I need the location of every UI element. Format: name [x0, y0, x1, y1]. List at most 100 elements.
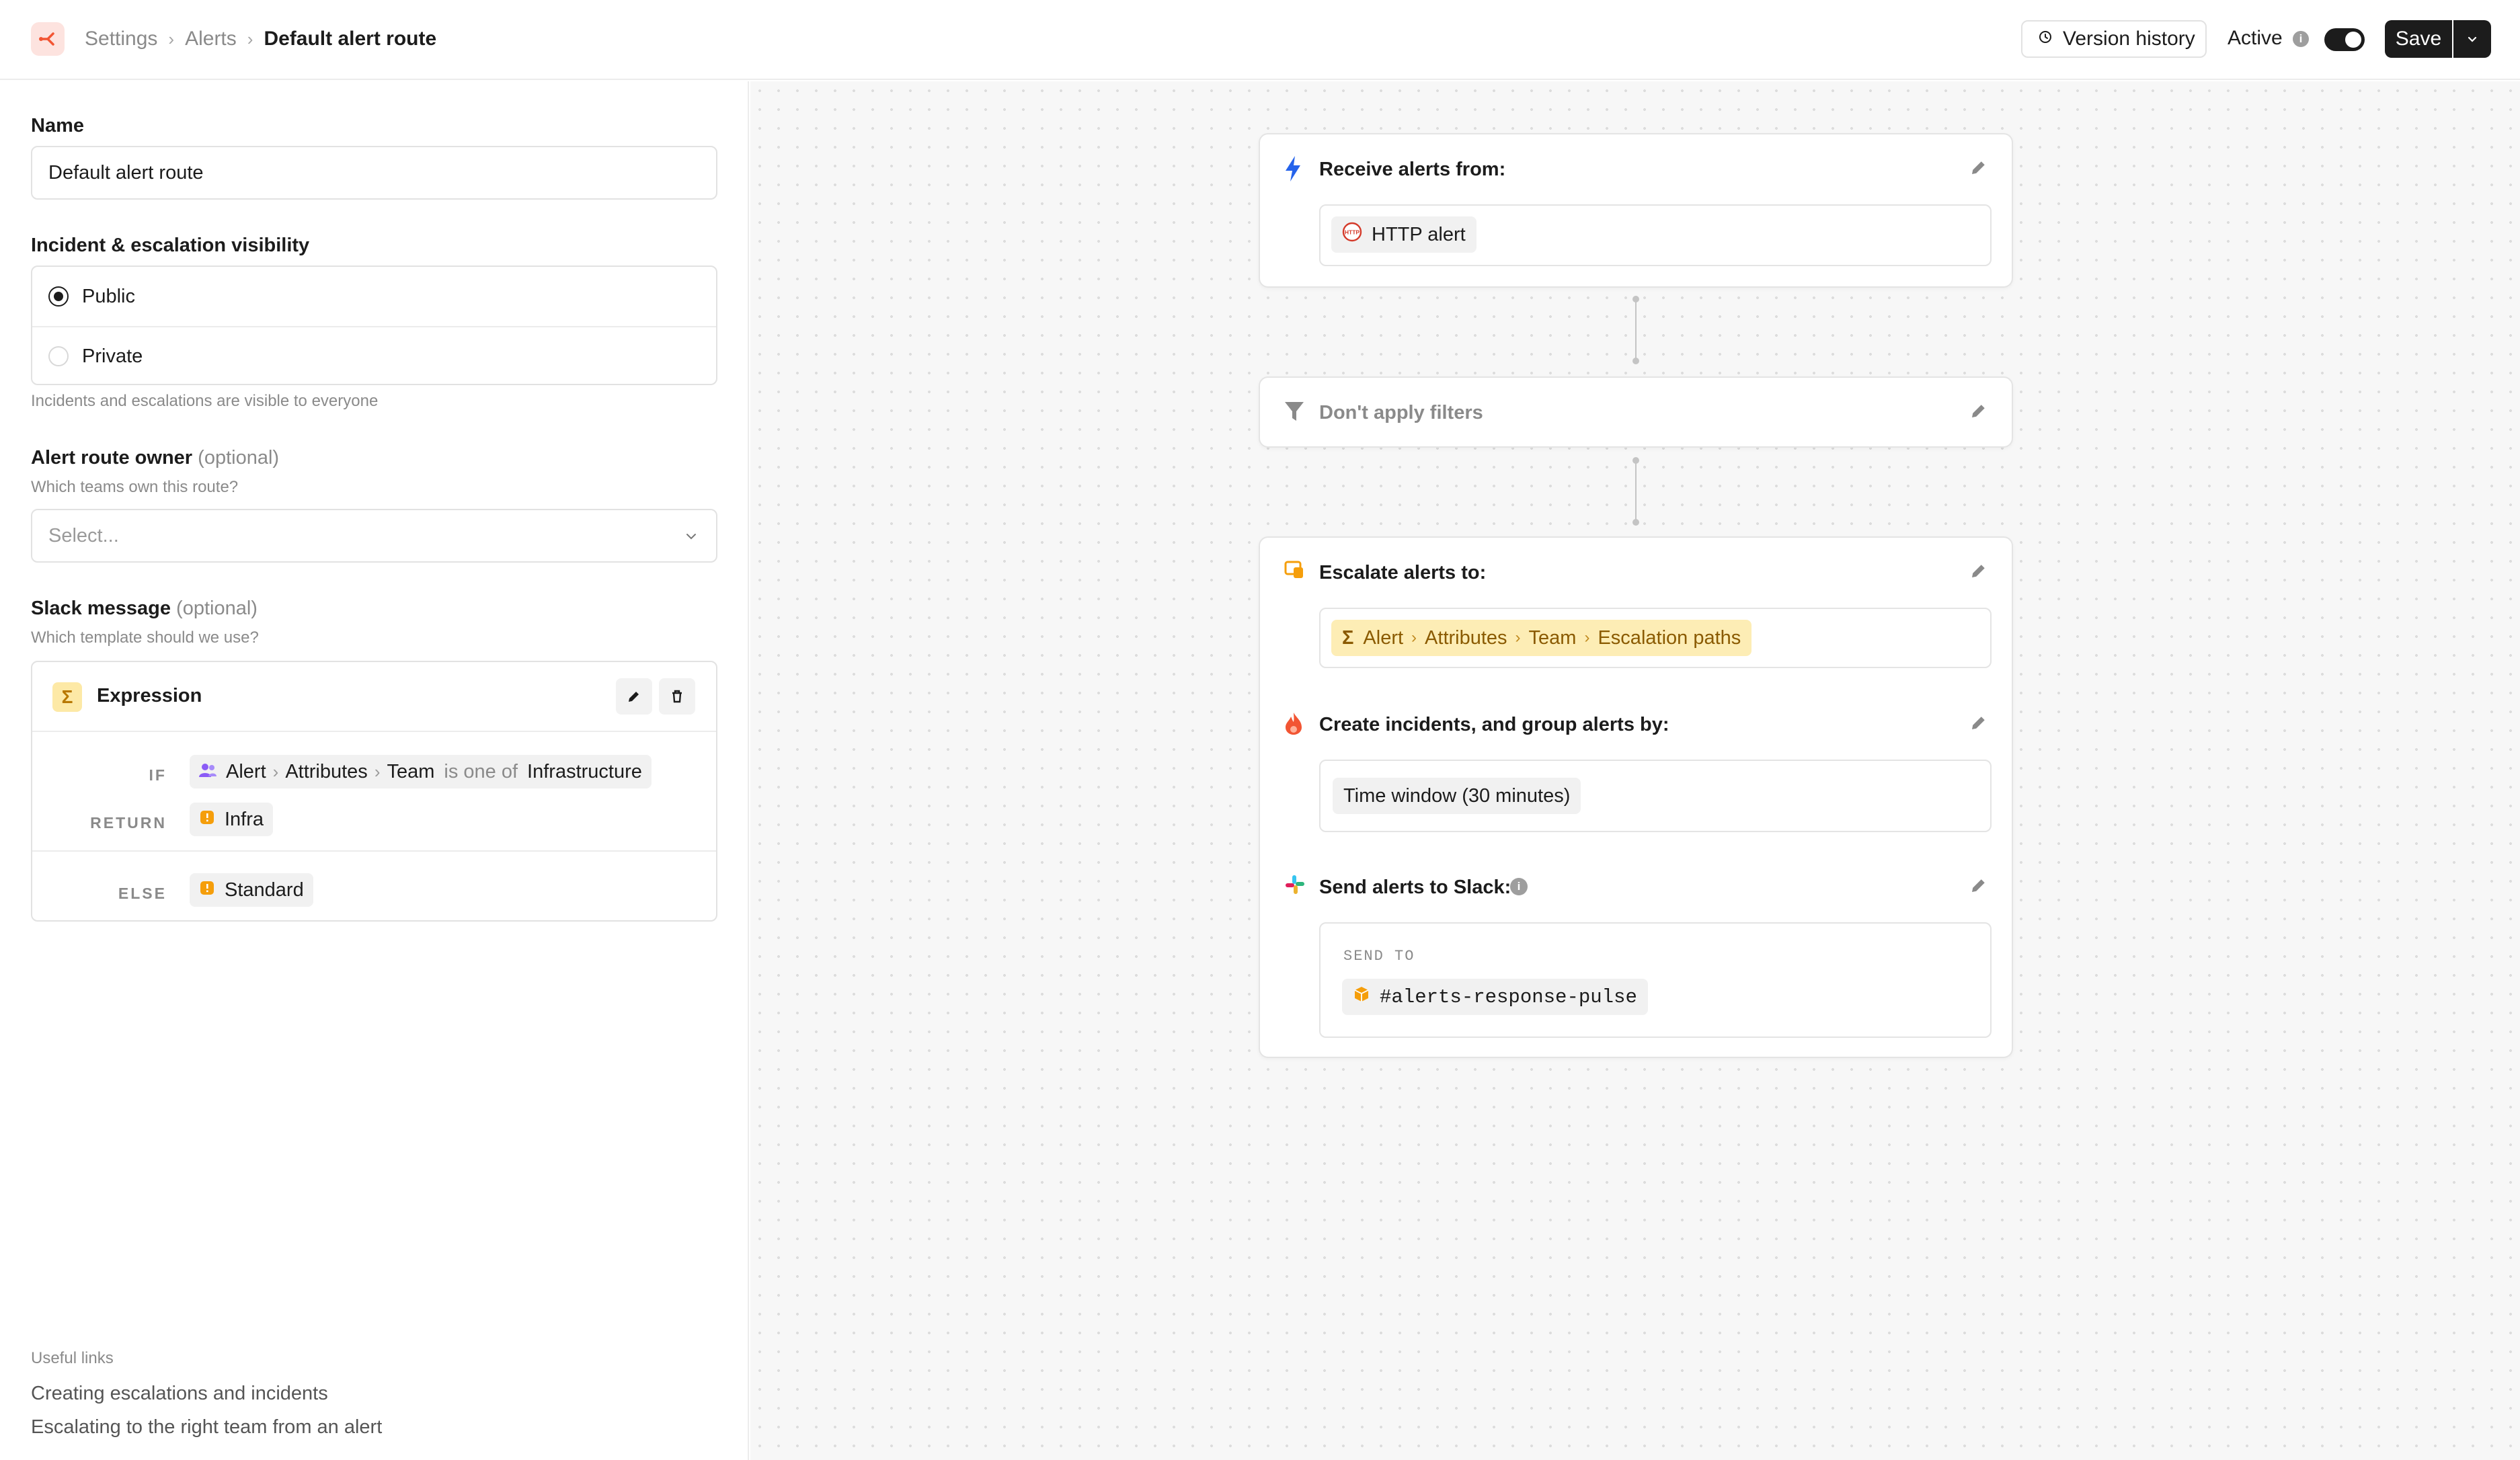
trash-icon: [672, 690, 682, 703]
slack-channel-chip[interactable]: #alerts-response-pulse: [1342, 979, 1648, 1015]
if-keyword: IF: [149, 766, 167, 784]
owner-select[interactable]: Select...: [31, 509, 717, 563]
send-to-label: SEND TO: [1343, 948, 1415, 965]
name-input-value: Default alert route: [48, 161, 204, 184]
chevron-right-icon: ›: [1411, 628, 1417, 647]
incidents-title: Create incidents, and group alerts by:: [1319, 714, 1669, 735]
visibility-option-public[interactable]: Public: [32, 267, 716, 326]
escalate-path-escalation-paths: Escalation paths: [1598, 626, 1741, 649]
active-toggle[interactable]: [2324, 28, 2365, 51]
pencil-icon[interactable]: [1969, 401, 1989, 424]
time-window-chip[interactable]: Time window (30 minutes): [1333, 778, 1581, 814]
condition-value: Infrastructure: [527, 760, 642, 782]
optional-tag: (optional): [198, 447, 280, 469]
escalate-path-alert: Alert: [1363, 626, 1404, 649]
flow-connector: [1632, 296, 1639, 364]
receive-alerts-card[interactable]: Receive alerts from: HTTP HTTP alert: [1259, 133, 2013, 288]
actions-card: Escalate alerts to: Σ Alert › Attributes…: [1259, 536, 2013, 1058]
slack-message-label-text: Slack message: [31, 598, 171, 619]
save-options-button[interactable]: [2453, 20, 2491, 58]
owner-label-text: Alert route owner: [31, 447, 193, 469]
filter-icon: [1284, 401, 1304, 427]
toggle-knob: [2345, 32, 2361, 48]
page-title: Default alert route: [264, 28, 437, 50]
condition-pill[interactable]: Alert › Attributes › Team is one of Infr…: [190, 755, 652, 788]
users-icon: [199, 761, 216, 783]
slack-icon: [1284, 874, 1306, 899]
optional-tag: (optional): [176, 598, 258, 619]
slack-channel-name: #alerts-response-pulse: [1380, 985, 1637, 1008]
save-button[interactable]: Save: [2385, 20, 2452, 58]
chevron-right-icon: ›: [247, 28, 253, 49]
info-icon[interactable]: i: [1510, 878, 1528, 895]
chevron-right-icon: ›: [272, 761, 279, 782]
chevron-right-icon: ›: [374, 761, 381, 782]
slack-message-label: Slack message (optional): [31, 598, 258, 620]
route-settings-panel: Name Default alert route Incident & esca…: [0, 81, 749, 1460]
chevron-right-icon: ›: [1515, 628, 1521, 647]
pencil-icon[interactable]: [1969, 157, 1989, 181]
info-icon[interactable]: i: [2293, 31, 2309, 47]
top-bar: Settings › Alerts › Default alert route …: [0, 0, 2520, 80]
pencil-icon: [629, 692, 639, 702]
divider: [32, 850, 716, 852]
owner-select-placeholder: Select...: [48, 524, 119, 546]
breadcrumb-settings[interactable]: Settings: [85, 28, 157, 50]
name-label: Name: [31, 115, 84, 136]
visibility-option-private[interactable]: Private: [32, 326, 716, 385]
radio-selected-icon: [48, 286, 69, 307]
http-icon: HTTP: [1342, 222, 1362, 247]
pencil-icon[interactable]: [1969, 875, 1989, 899]
else-keyword: ELSE: [118, 885, 167, 902]
useful-link-right-team[interactable]: Escalating to the right team from an ale…: [31, 1416, 382, 1438]
http-alert-chip[interactable]: HTTP HTTP alert: [1331, 216, 1476, 253]
pencil-icon[interactable]: [1969, 561, 1989, 584]
return-keyword: RETURN: [90, 814, 167, 832]
useful-links-title: Useful links: [31, 1349, 114, 1367]
breadcrumb-alerts[interactable]: Alerts: [185, 28, 237, 50]
flow-connector: [1632, 457, 1639, 526]
sigma-icon: Σ: [52, 682, 82, 712]
else-value-pill[interactable]: Standard: [190, 873, 313, 907]
visibility-option-label: Private: [82, 345, 143, 367]
channel-icon: [1353, 985, 1370, 1008]
app-logo-icon[interactable]: [31, 22, 65, 56]
owner-help: Which teams own this route?: [31, 478, 239, 496]
radio-unselected-icon: [48, 346, 69, 366]
version-history-label: Version history: [2063, 28, 2195, 50]
expression-title: Expression: [97, 685, 202, 706]
expression-card: Σ Expression IF Alert › Attributes › Tea…: [31, 661, 717, 922]
owner-label: Alert route owner (optional): [31, 447, 279, 469]
incident-grouping-box: Time window (30 minutes): [1319, 760, 1992, 832]
name-input[interactable]: Default alert route: [31, 146, 717, 200]
alert-sources-box: HTTP HTTP alert: [1319, 204, 1992, 266]
visibility-help: Incidents and escalations are visible to…: [31, 392, 379, 410]
breadcrumb: Settings › Alerts › Default alert route: [85, 26, 436, 52]
escalation-path-chip[interactable]: Σ Alert › Attributes › Team › Escalation…: [1331, 620, 1752, 656]
slack-destination-box: SEND TO #alerts-response-pulse: [1319, 922, 1992, 1038]
condition-path-alert: Alert: [226, 760, 266, 782]
condition-operator: is one of: [444, 760, 518, 782]
visibility-radio-group: Public Private: [31, 266, 717, 385]
visibility-label: Incident & escalation visibility: [31, 235, 310, 256]
flame-icon: [1284, 711, 1303, 739]
condition-path-attributes: Attributes: [285, 760, 368, 782]
receive-alerts-title: Receive alerts from:: [1319, 159, 1506, 180]
return-value: Infra: [225, 808, 264, 830]
escalate-path-team: Team: [1528, 626, 1577, 649]
filters-title: Don't apply filters: [1319, 402, 1483, 423]
version-history-button[interactable]: Version history: [2021, 20, 2207, 58]
escalate-path-attributes: Attributes: [1425, 626, 1507, 649]
http-alert-label: HTTP alert: [1372, 223, 1466, 245]
escalation-icon: [1284, 559, 1306, 584]
visibility-option-label: Public: [82, 285, 135, 307]
useful-link-escalations[interactable]: Creating escalations and incidents: [31, 1383, 328, 1405]
pencil-icon[interactable]: [1969, 713, 1989, 736]
delete-expression-button[interactable]: [659, 678, 695, 715]
filters-card[interactable]: Don't apply filters: [1259, 376, 2013, 448]
else-value: Standard: [225, 879, 304, 901]
chevron-down-icon: [2468, 36, 2477, 42]
return-value-pill[interactable]: Infra: [190, 803, 274, 836]
edit-expression-button[interactable]: [616, 678, 652, 715]
svg-text:HTTP: HTTP: [1345, 229, 1360, 236]
